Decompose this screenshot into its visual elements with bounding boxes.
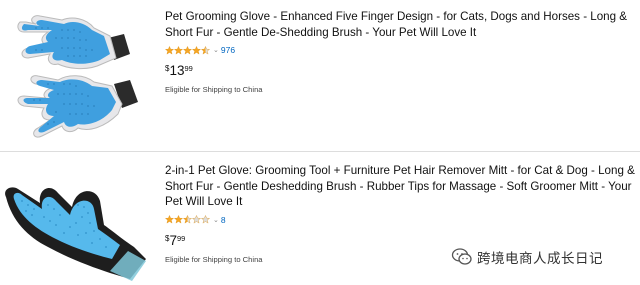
product-image-grooming-glove[interactable] [6,8,144,148]
price-fraction: 99 [176,233,186,243]
product-image-grooming-mitt[interactable] [0,167,150,283]
review-count-link[interactable]: 8 [221,215,226,225]
watermark-text: 跨境电商人成长日记 [477,251,603,267]
star-icon [165,45,174,55]
star-icon [174,215,183,224]
watermark: 跨境电商人成长日记 [451,246,603,268]
chevron-down-icon[interactable]: ⌄ [213,46,219,54]
chevron-down-icon[interactable]: ⌄ [213,216,219,224]
grooming-mitt-icon [5,187,146,281]
star-icon [192,45,201,55]
shipping-eligibility: Eligible for Shipping to China [165,85,263,94]
star-rating[interactable] [165,215,210,224]
price[interactable]: $ 13 99 [165,63,635,78]
product-title-link[interactable]: 2-in-1 Pet Glove: Grooming Tool + Furnit… [165,163,635,210]
result-divider [0,151,640,152]
rating-row: ⌄ 8 [165,214,635,226]
star-icon [165,215,174,224]
price-whole: 13 [169,63,185,78]
wechat-logo-icon [451,248,472,265]
price-fraction: 99 [184,64,193,73]
star-icon [192,215,201,224]
star-icon [174,45,183,55]
star-icon [201,215,210,224]
star-rating[interactable] [165,45,210,55]
star-icon [183,215,192,224]
result-info: Pet Grooming Glove - Enhanced Five Finge… [165,9,635,94]
product-title-link[interactable]: Pet Grooming Glove - Enhanced Five Finge… [165,9,635,40]
review-count-link[interactable]: 976 [221,45,235,55]
price-whole: 7 [169,232,177,248]
rating-row: ⌄ 976 [165,44,635,56]
star-icon [183,45,192,55]
grooming-glove-pair-icon [17,15,138,138]
star-icon [201,45,210,55]
search-result-1: Pet Grooming Glove - Enhanced Five Finge… [0,0,640,152]
